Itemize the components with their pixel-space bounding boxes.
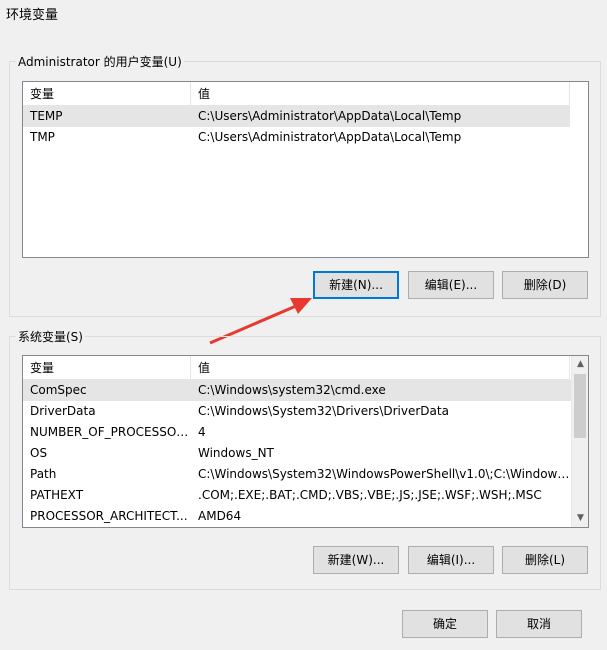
cancel-button[interactable]: 取消 <box>496 610 582 638</box>
variable-value: C:\Windows\System32\WindowsPowerShell\v1… <box>198 467 572 481</box>
variable-value: .COM;.EXE;.BAT;.CMD;.VBS;.VBE;.JS;.JSE;.… <box>198 488 542 502</box>
user-variables-list[interactable]: 变量 值 TEMP C:\Users\Administrator\AppData… <box>22 81 589 258</box>
variable-value: C:\Users\Administrator\AppData\Local\Tem… <box>198 109 462 123</box>
table-row[interactable]: DriverData C:\Windows\System32\Drivers\D… <box>23 401 572 422</box>
system-new-button[interactable]: 新建(W)... <box>313 546 399 574</box>
system-delete-button[interactable]: 删除(L) <box>502 546 588 574</box>
window-title: 环境变量 <box>6 8 59 23</box>
user-edit-button[interactable]: 编辑(E)... <box>408 271 494 299</box>
table-row[interactable]: PROCESSOR_ARCHITECT... AMD64 <box>23 506 572 527</box>
variable-name: DriverData <box>30 404 96 418</box>
variable-value: C:\Users\Administrator\AppData\Local\Tem… <box>198 130 462 144</box>
variable-value: 4 <box>198 425 206 439</box>
table-row[interactable]: Path C:\Windows\System32\WindowsPowerShe… <box>23 464 572 485</box>
column-header-value[interactable]: 值 <box>191 82 570 106</box>
variable-value: Windows_NT <box>198 446 274 460</box>
variable-name: ComSpec <box>30 383 87 397</box>
variable-value: AMD64 <box>198 509 242 523</box>
variable-name: Path <box>30 467 57 481</box>
system-variables-list[interactable]: 变量 值 ComSpec C:\Windows\system32\cmd.exe… <box>22 355 589 528</box>
scroll-up-icon[interactable]: ▲ <box>572 356 588 373</box>
variable-name: PROCESSOR_ARCHITECT... <box>30 509 188 523</box>
system-variables-label: 系统变量(S) <box>16 328 85 345</box>
column-header-variable[interactable]: 变量 <box>23 356 191 380</box>
variable-name: TMP <box>30 130 55 144</box>
table-row[interactable]: ComSpec C:\Windows\system32\cmd.exe <box>23 380 572 401</box>
table-row[interactable]: NUMBER_OF_PROCESSORS 4 <box>23 422 572 443</box>
variable-name: NUMBER_OF_PROCESSORS <box>30 425 191 439</box>
table-row[interactable]: TEMP C:\Users\Administrator\AppData\Loca… <box>23 106 570 127</box>
system-edit-button[interactable]: 编辑(I)... <box>408 546 494 574</box>
variable-name: TEMP <box>30 109 63 123</box>
ok-button[interactable]: 确定 <box>402 610 488 638</box>
column-header-variable[interactable]: 变量 <box>23 82 191 106</box>
system-variables-header: 变量 值 <box>23 356 570 380</box>
column-header-value[interactable]: 值 <box>191 356 570 380</box>
scrollbar-thumb[interactable] <box>574 374 586 438</box>
user-variables-header: 变量 值 <box>23 82 570 106</box>
user-variables-label: Administrator 的用户变量(U) <box>16 53 184 70</box>
variable-name: PATHEXT <box>30 488 84 502</box>
user-delete-button[interactable]: 删除(D) <box>502 271 588 299</box>
table-row[interactable]: PATHEXT .COM;.EXE;.BAT;.CMD;.VBS;.VBE;.J… <box>23 485 572 506</box>
variable-name: OS <box>30 446 48 460</box>
table-row[interactable]: OS Windows_NT <box>23 443 572 464</box>
user-new-button[interactable]: 新建(N)... <box>313 271 399 299</box>
scroll-down-icon[interactable]: ▼ <box>572 510 588 527</box>
table-row[interactable]: TMP C:\Users\Administrator\AppData\Local… <box>23 127 570 148</box>
variable-value: C:\Windows\System32\Drivers\DriverData <box>198 404 449 418</box>
variable-value: C:\Windows\system32\cmd.exe <box>198 383 386 397</box>
vertical-scrollbar[interactable]: ▲ ▼ <box>571 356 588 527</box>
